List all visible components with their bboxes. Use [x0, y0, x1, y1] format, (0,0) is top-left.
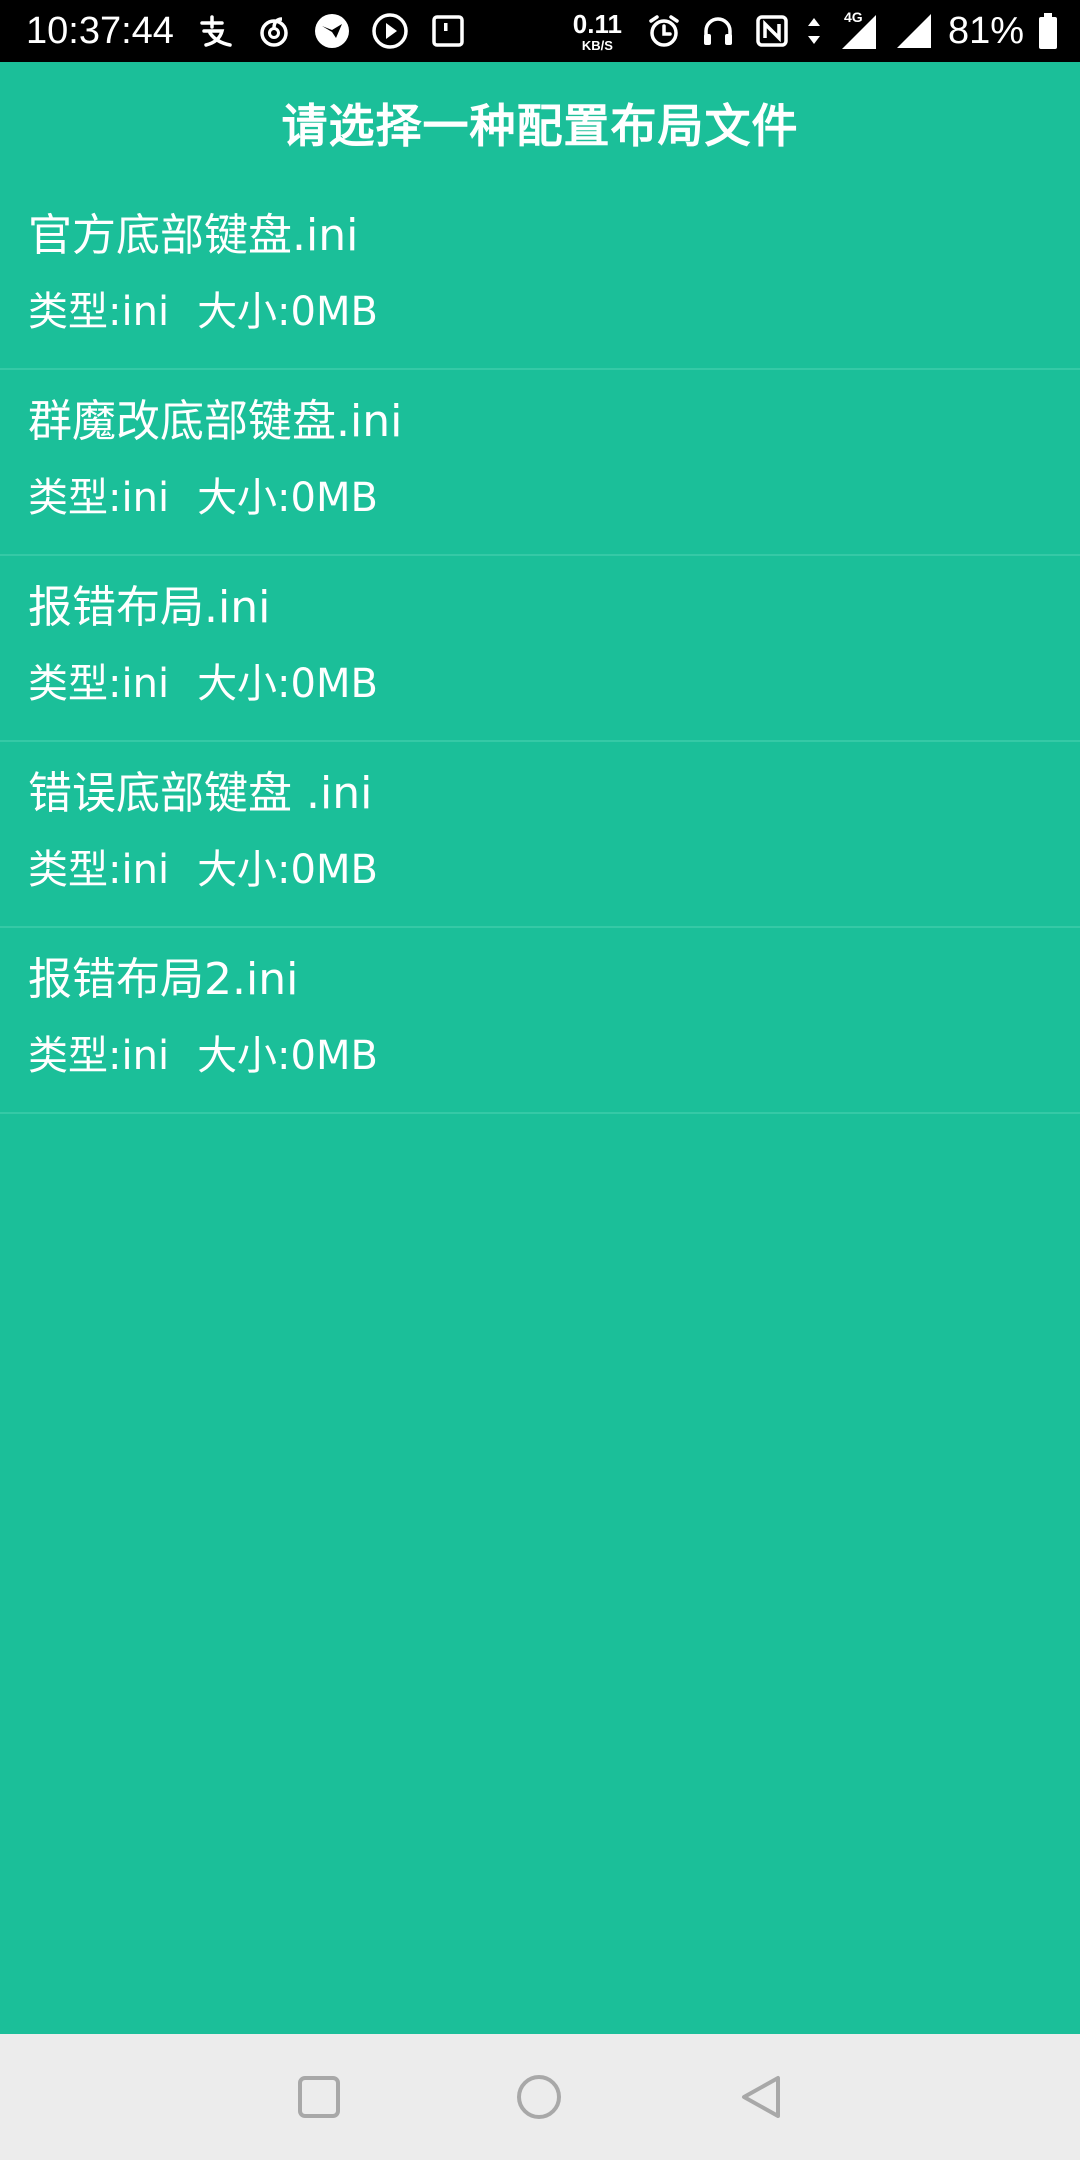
file-type: 类型:ini [28, 661, 170, 707]
net-speed-unit: KB/S [581, 37, 613, 53]
system-icons: 0.11 KB/S 4G 81% [573, 6, 1058, 56]
file-name: 群魔改底部键盘.ini [28, 396, 403, 447]
signal-4g-icon: 4G [836, 9, 880, 51]
page-title: 请选择一种配置布局文件 [281, 99, 799, 153]
alarm-icon [644, 11, 684, 51]
file-meta: 类型:ini 大小:0MB [28, 284, 378, 340]
status-bar: 10:37:44 0.11 KB/S 4G 81% [0, 0, 1080, 62]
list-item[interactable]: 错误底部键盘 .ini 类型:ini 大小:0MB [0, 742, 1080, 928]
list-item[interactable]: 群魔改底部键盘.ini 类型:ini 大小:0MB [0, 370, 1080, 556]
file-type: 类型:ini [28, 475, 170, 521]
net-speed: 0.11 KB/S [573, 11, 622, 52]
battery-icon [1038, 11, 1058, 51]
nfc-icon [752, 11, 792, 51]
status-time: 10:37:44 [26, 10, 174, 52]
file-name: 官方底部键盘.ini [28, 210, 359, 261]
file-type: 类型:ini [28, 1033, 170, 1079]
file-meta: 类型:ini 大小:0MB [28, 1028, 378, 1084]
alipay-icon [196, 11, 236, 51]
list-item[interactable]: 报错布局.ini 类型:ini 大小:0MB [0, 556, 1080, 742]
battery-percent: 81% [947, 10, 1024, 52]
file-type: 类型:ini [28, 847, 170, 893]
netease-music-icon [254, 11, 294, 51]
signal-icon [894, 11, 934, 51]
list-item[interactable]: 报错布局2.ini 类型:ini 大小:0MB [0, 928, 1080, 1114]
notification-icons [196, 10, 468, 52]
file-name: 报错布局.ini [28, 582, 271, 633]
file-size: 大小:0MB [197, 847, 378, 893]
square-notification-icon [428, 11, 468, 51]
file-meta: 类型:ini 大小:0MB [28, 470, 378, 526]
dialog-header: 请选择一种配置布局文件 [0, 62, 1080, 184]
file-size: 大小:0MB [197, 475, 378, 521]
file-list: 官方底部键盘.ini 类型:ini 大小:0MB 群魔改底部键盘.ini 类型:… [0, 184, 1080, 1114]
back-triangle-icon[interactable] [736, 2072, 786, 2122]
file-meta: 类型:ini 大小:0MB [28, 656, 378, 712]
file-meta: 类型:ini 大小:0MB [28, 842, 378, 898]
play-circle-icon [370, 11, 410, 51]
file-type: 类型:ini [28, 289, 170, 335]
bird-app-icon [312, 11, 352, 51]
navigation-bar [0, 2034, 1080, 2160]
recents-square-icon[interactable] [294, 2072, 344, 2122]
data-arrows-icon [806, 11, 822, 51]
file-name: 报错布局2.ini [28, 954, 299, 1005]
file-size: 大小:0MB [197, 289, 378, 335]
list-item[interactable]: 官方底部键盘.ini 类型:ini 大小:0MB [0, 184, 1080, 370]
home-circle-icon[interactable] [514, 2072, 564, 2122]
net-speed-value: 0.11 [572, 8, 622, 39]
file-size: 大小:0MB [197, 1033, 378, 1079]
file-size: 大小:0MB [197, 661, 378, 707]
headset-icon [698, 11, 738, 51]
file-name: 错误底部键盘 .ini [28, 768, 373, 819]
